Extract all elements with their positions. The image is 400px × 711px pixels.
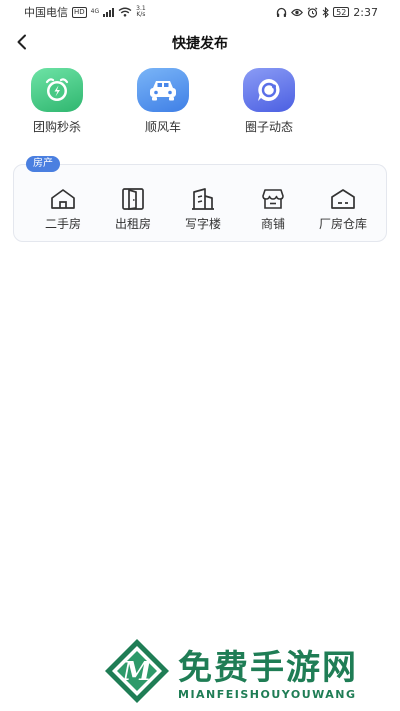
quick-action-label: 顺风车	[144, 120, 181, 134]
watermark: M 免费手游网 MIANFEISHOUYOUWANG	[104, 638, 394, 706]
battery-level: 52	[336, 7, 347, 17]
watermark-title: 免费手游网	[178, 648, 358, 688]
headphones-icon	[276, 7, 287, 17]
status-bar: 中国电信 HD 4G 3.1 K/s 52 2:37	[0, 0, 400, 24]
watermark-logo: M	[105, 639, 169, 703]
category-rental-house[interactable]: 出租房	[98, 187, 168, 232]
battery-icon: 52	[333, 7, 350, 17]
warehouse-icon	[330, 187, 356, 211]
page-title: 快捷发布	[172, 36, 228, 52]
car-icon	[137, 68, 189, 112]
category-label: 写字楼	[184, 217, 221, 231]
back-button[interactable]	[10, 30, 34, 54]
category-shop[interactable]: 商铺	[238, 187, 308, 232]
quick-actions: 团购秒杀 顺风车 圈子动态	[22, 68, 304, 135]
category-label: 商铺	[260, 217, 285, 231]
alarm-clock-icon	[31, 68, 83, 112]
office-building-icon	[190, 187, 216, 211]
speed-unit: K/s	[136, 11, 146, 18]
wifi-icon	[118, 7, 132, 17]
network-speed: 3.1 K/s	[136, 6, 146, 18]
quick-action-circle-post[interactable]: 圈子动态	[234, 68, 304, 135]
clock-time: 2:37	[353, 5, 378, 19]
category-label: 二手房	[44, 217, 81, 231]
chat-bubble-icon	[243, 68, 295, 112]
carrier-name: 中国电信	[24, 6, 68, 19]
alarm-icon	[307, 6, 318, 18]
chevron-left-icon	[17, 34, 26, 50]
title-bar: 快捷发布	[0, 28, 400, 58]
status-left: 中国电信 HD 4G 3.1 K/s	[24, 4, 146, 20]
status-right: 52 2:37	[276, 6, 378, 19]
category-label: 厂房仓库	[318, 217, 367, 231]
category-label: 出租房	[114, 217, 151, 231]
property-category-row: 二手房 出租房 写字楼 商铺 厂房仓库	[28, 187, 378, 232]
hd-badge: HD	[72, 6, 87, 18]
watermark-subtitle: MIANFEISHOUYOUWANG	[178, 688, 357, 701]
signal-icon	[103, 7, 115, 17]
section-tag-property: 房产	[26, 156, 60, 172]
quick-action-carpool[interactable]: 顺风车	[128, 68, 198, 135]
network-type: 4G	[90, 8, 100, 15]
watermark-logo-letter: M	[122, 657, 153, 687]
quick-action-label: 圈子动态	[244, 120, 293, 134]
category-office-building[interactable]: 写字楼	[168, 187, 238, 232]
bluetooth-icon	[322, 6, 329, 18]
door-icon	[120, 187, 146, 211]
shop-icon	[260, 187, 286, 211]
property-card: 二手房 出租房 写字楼 商铺 厂房仓库	[13, 164, 387, 242]
eye-icon	[291, 8, 304, 16]
category-second-hand-house[interactable]: 二手房	[28, 187, 98, 232]
category-factory-warehouse[interactable]: 厂房仓库	[308, 187, 378, 232]
house-icon	[50, 187, 76, 211]
quick-action-group-buy[interactable]: 团购秒杀	[22, 68, 92, 135]
quick-action-label: 团购秒杀	[32, 120, 81, 134]
